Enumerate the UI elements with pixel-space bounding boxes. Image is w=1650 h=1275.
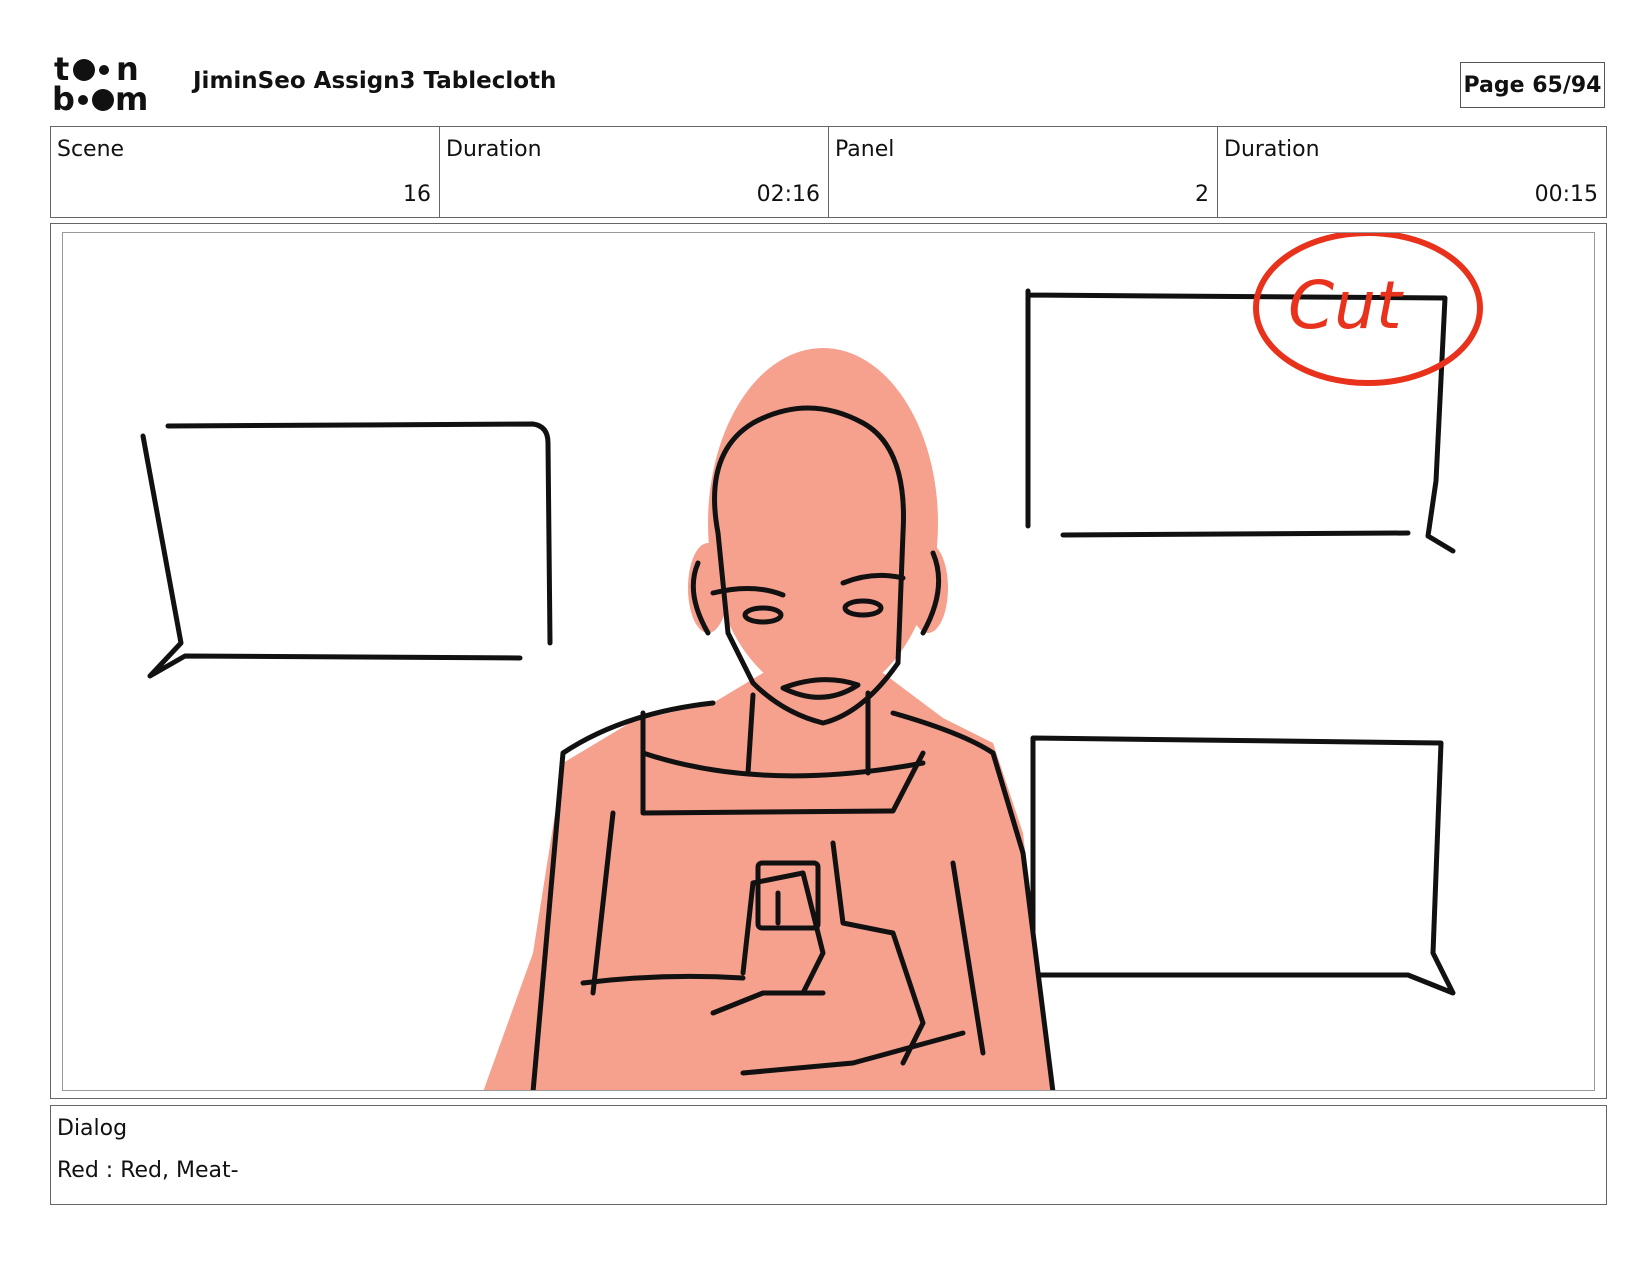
panel-duration-label: Duration (1224, 137, 1320, 162)
dialog-label: Dialog (57, 1116, 128, 1141)
speech-bubble-bottom-right (1030, 735, 1456, 996)
page-number: Page 65/94 (1460, 62, 1605, 108)
svg-text:m: m (115, 80, 148, 114)
panel-value: 2 (1195, 182, 1209, 207)
character-figure (483, 348, 1056, 1090)
scene-duration-value: 02:16 (756, 182, 820, 207)
panel-drawing: Cut (140, 233, 1483, 1090)
info-row: Scene 16 Duration 02:16 Panel 2 Duration… (50, 126, 1607, 218)
panel-label: Panel (835, 137, 895, 162)
scene-duration-cell: Duration 02:16 (440, 127, 829, 217)
panel-cell: Panel 2 (829, 127, 1218, 217)
project-title: JiminSeo Assign3 Tablecloth (193, 68, 557, 94)
storyboard-panel: Cut (62, 232, 1595, 1091)
scene-value: 16 (403, 182, 431, 207)
svg-text:b: b (52, 80, 75, 114)
dialog-text: Red : Red, Meat- (57, 1158, 239, 1183)
dialog-box: Dialog Red : Red, Meat- (50, 1105, 1607, 1205)
scene-cell: Scene 16 (51, 127, 440, 217)
panel-duration-value: 00:15 (1534, 182, 1598, 207)
panel-duration-cell: Duration 00:15 (1218, 127, 1606, 217)
speech-bubble-left (140, 421, 553, 679)
toon-boom-logo: t n b m (52, 52, 148, 114)
scene-label: Scene (57, 137, 125, 162)
cut-annotation-text: Cut (1288, 267, 1404, 344)
scene-duration-label: Duration (446, 137, 542, 162)
